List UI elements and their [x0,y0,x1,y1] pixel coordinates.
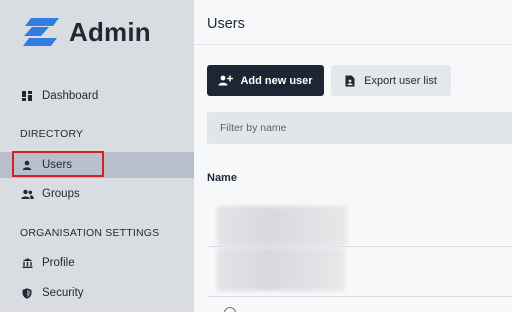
redacted-name [217,247,345,291]
add-user-button[interactable]: Add new user [207,65,324,96]
users-icon [20,187,34,201]
sidebar: Admin Dashboard DIRECTORY Users Groups O… [0,0,194,312]
sidebar-item-label: Profile [42,257,75,269]
row-divider [207,296,512,297]
avatar-icon [224,307,236,312]
section-label-organisation-settings: ORGANISATION SETTINGS [20,227,160,239]
table-row[interactable] [207,247,512,295]
shield-icon [20,286,34,300]
export-user-list-button[interactable]: Export user list [331,65,451,96]
header-divider [194,44,512,45]
dashboard-icon [20,89,34,103]
add-user-icon [218,75,234,86]
logo-icon [23,18,59,46]
sidebar-item-label: Dashboard [42,90,99,102]
page-title: Users [207,16,245,32]
sidebar-item-security[interactable]: Security [0,280,194,306]
brand-name: Admin [69,16,151,47]
filter-by-name-input[interactable] [207,112,512,144]
table-row[interactable] [207,198,512,246]
sidebar-item-groups[interactable]: Groups [0,181,194,207]
file-user-icon [345,75,355,87]
brand[interactable]: Admin [19,16,151,48]
building-icon [20,256,34,270]
export-user-list-label: Export user list [364,74,437,87]
redacted-name [217,206,347,246]
section-label-directory: DIRECTORY [20,128,84,140]
sidebar-item-label: Groups [42,188,80,200]
sidebar-item-dashboard[interactable]: Dashboard [0,83,194,109]
sidebar-item-label: Security [42,287,84,299]
main-content: Users Add new user Export user list Name [194,0,512,312]
sidebar-item-profile[interactable]: Profile [0,250,194,276]
column-header-name: Name [207,172,237,184]
add-user-label: Add new user [240,74,313,87]
highlight-box [12,151,104,177]
